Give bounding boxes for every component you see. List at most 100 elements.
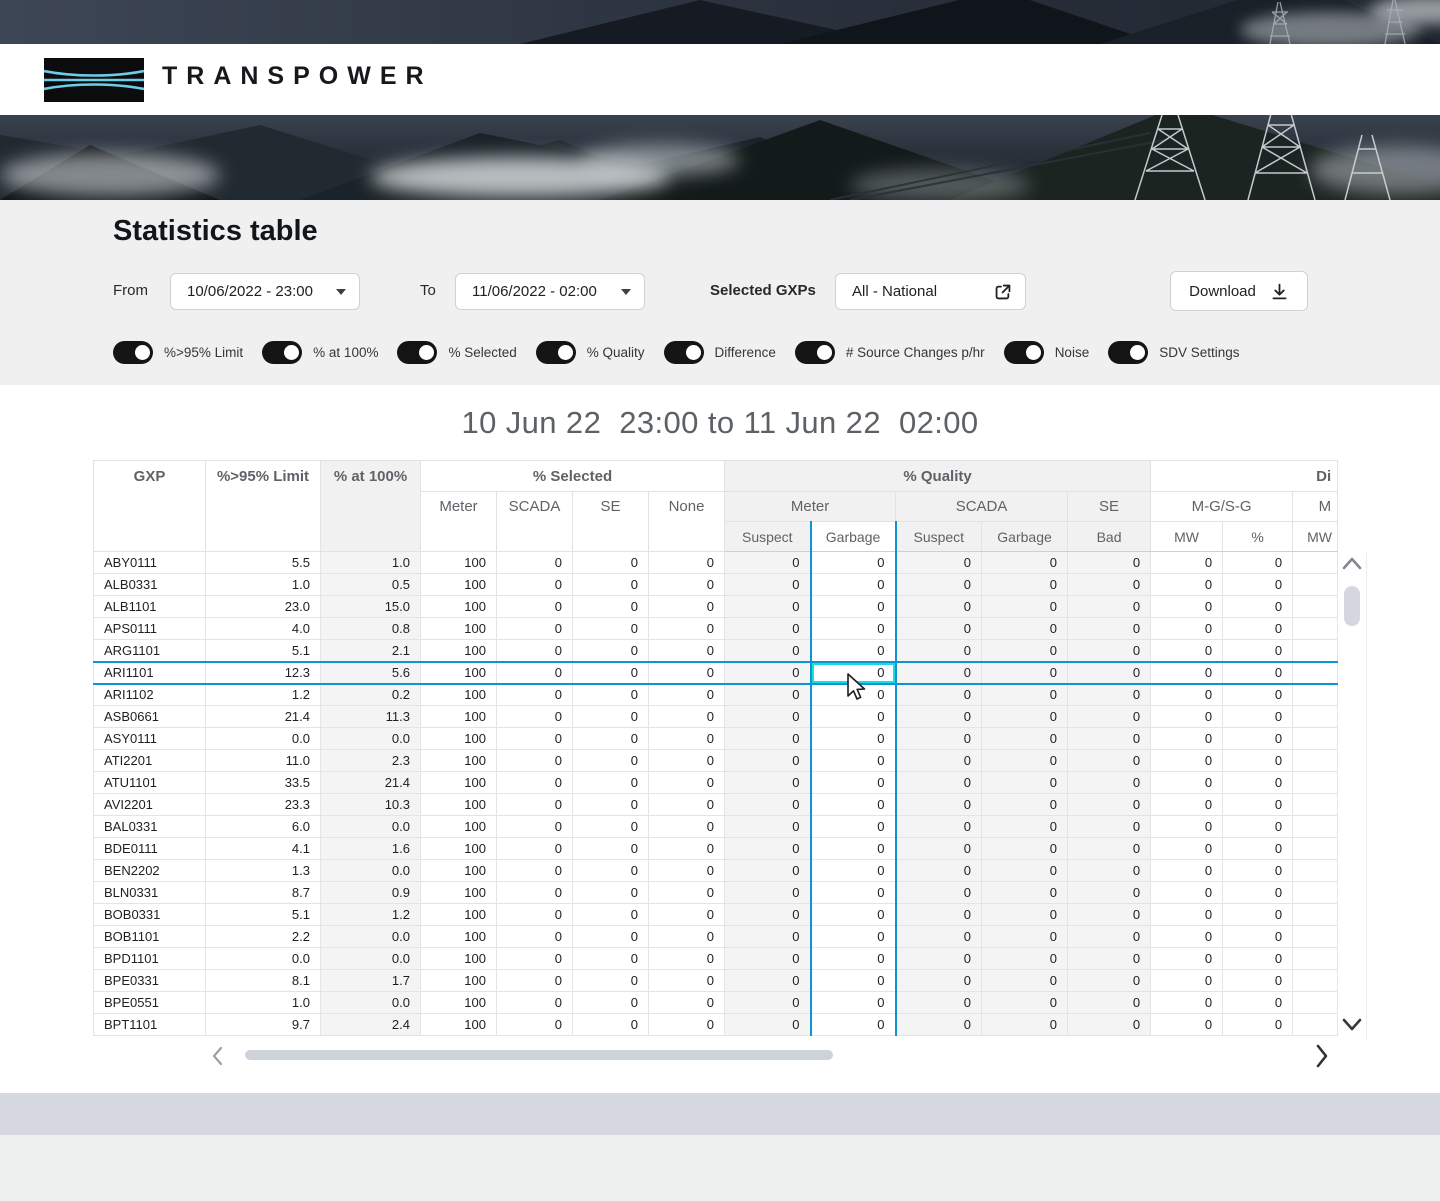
value-cell[interactable]: 0	[1067, 573, 1152, 596]
value-cell[interactable]	[1292, 991, 1339, 1014]
value-cell[interactable]: 0	[809, 660, 897, 685]
value-cell[interactable]: 0	[1150, 881, 1224, 904]
value-cell[interactable]: 0	[724, 991, 812, 1014]
value-cell[interactable]: 0	[572, 639, 649, 662]
value-cell[interactable]: 0	[496, 859, 573, 882]
value-cell[interactable]	[1292, 749, 1339, 772]
value-cell[interactable]: 0	[647, 573, 726, 596]
value-cell[interactable]: 0	[1150, 771, 1224, 794]
value-cell[interactable]: 0	[647, 793, 726, 816]
value-cell[interactable]: 0	[572, 991, 649, 1014]
value-cell[interactable]: 0	[809, 947, 897, 970]
value-cell[interactable]: 0	[981, 793, 1069, 816]
value-cell[interactable]: 0	[1067, 617, 1152, 640]
value-cell[interactable]: 0	[647, 749, 726, 772]
value-cell[interactable]: 0	[1222, 837, 1294, 860]
value-cell[interactable]: 0	[1067, 815, 1152, 838]
value-cell[interactable]: 0	[1150, 969, 1224, 992]
value-cell[interactable]: 0	[1067, 705, 1152, 728]
value-cell[interactable]: 0	[496, 660, 573, 685]
value-cell[interactable]: 0	[809, 1013, 897, 1036]
vertical-scroll-thumb[interactable]	[1344, 586, 1360, 626]
value-cell[interactable]: 0	[1150, 925, 1224, 948]
value-cell[interactable]: 0	[1222, 727, 1294, 750]
value-cell[interactable]	[1292, 969, 1339, 992]
toggle-switch-difference[interactable]	[663, 341, 704, 364]
value-cell[interactable]: 0	[809, 705, 897, 728]
value-cell[interactable]: 0	[1222, 969, 1294, 992]
value-cell[interactable]: 0	[1067, 771, 1152, 794]
value-cell[interactable]: 0	[1150, 991, 1224, 1014]
value-cell[interactable]: 5.5	[205, 551, 321, 574]
value-cell[interactable]: 0	[1150, 683, 1224, 706]
value-cell[interactable]: 0.0	[320, 925, 421, 948]
value-cell[interactable]: 0	[1067, 595, 1152, 618]
scroll-left-icon[interactable]	[210, 1045, 226, 1067]
value-cell[interactable]: 0	[724, 749, 812, 772]
value-cell[interactable]: 100	[420, 815, 497, 838]
value-cell[interactable]: 0	[724, 815, 812, 838]
value-cell[interactable]: 0	[895, 969, 983, 992]
value-cell[interactable]: 0	[724, 639, 812, 662]
value-cell[interactable]: 0	[895, 815, 983, 838]
value-cell[interactable]: 0	[1150, 639, 1224, 662]
value-cell[interactable]: 0	[1222, 881, 1294, 904]
value-cell[interactable]: 0	[496, 639, 573, 662]
value-cell[interactable]: 0	[1067, 793, 1152, 816]
value-cell[interactable]: 9.7	[205, 1013, 321, 1036]
value-cell[interactable]: 100	[420, 969, 497, 992]
value-cell[interactable]: 0	[647, 771, 726, 794]
gxp-cell[interactable]: BDE0111	[93, 837, 206, 860]
value-cell[interactable]: 0	[647, 617, 726, 640]
value-cell[interactable]: 0	[809, 551, 897, 574]
value-cell[interactable]: 0	[572, 705, 649, 728]
value-cell[interactable]: 100	[420, 595, 497, 618]
value-cell[interactable]: 2.2	[205, 925, 321, 948]
value-cell[interactable]: 23.0	[205, 595, 321, 618]
value-cell[interactable]: 0	[724, 1013, 812, 1036]
gxp-cell[interactable]: BAL0331	[93, 815, 206, 838]
value-cell[interactable]: 0	[981, 925, 1069, 948]
value-cell[interactable]: 0	[496, 991, 573, 1014]
value-cell[interactable]: 0	[1067, 683, 1152, 706]
value-cell[interactable]: 100	[420, 660, 497, 685]
value-cell[interactable]: 0.8	[320, 617, 421, 640]
gxp-cell[interactable]: BEN2202	[93, 859, 206, 882]
value-cell[interactable]: 0	[981, 1013, 1069, 1036]
value-cell[interactable]: 0	[1222, 595, 1294, 618]
value-cell[interactable]: 0	[647, 705, 726, 728]
value-cell[interactable]: 0	[1222, 683, 1294, 706]
value-cell[interactable]: 0	[809, 837, 897, 860]
value-cell[interactable]	[1292, 617, 1339, 640]
value-cell[interactable]: 1.0	[205, 991, 321, 1014]
value-cell[interactable]: 0	[895, 991, 983, 1014]
value-cell[interactable]: 0	[572, 683, 649, 706]
value-cell[interactable]: 0.2	[320, 683, 421, 706]
value-cell[interactable]: 0.0	[205, 947, 321, 970]
value-cell[interactable]: 0	[895, 705, 983, 728]
value-cell[interactable]: 0	[724, 925, 812, 948]
value-cell[interactable]: 0	[809, 617, 897, 640]
value-cell[interactable]: 0	[572, 749, 649, 772]
scroll-right-icon[interactable]	[1313, 1043, 1331, 1069]
value-cell[interactable]: 0	[981, 881, 1069, 904]
value-cell[interactable]	[1292, 859, 1339, 882]
gxp-cell[interactable]: BPT1101	[93, 1013, 206, 1036]
value-cell[interactable]	[1292, 903, 1339, 926]
value-cell[interactable]: 0	[572, 595, 649, 618]
value-cell[interactable]: 100	[420, 793, 497, 816]
value-cell[interactable]: 0	[572, 793, 649, 816]
value-cell[interactable]	[1292, 727, 1339, 750]
value-cell[interactable]: 0	[496, 727, 573, 750]
value-cell[interactable]: 0	[895, 903, 983, 926]
value-cell[interactable]: 11.0	[205, 749, 321, 772]
value-cell[interactable]: 0	[981, 903, 1069, 926]
value-cell[interactable]: 1.0	[320, 551, 421, 574]
value-cell[interactable]: 0	[809, 859, 897, 882]
value-cell[interactable]: 0.0	[320, 991, 421, 1014]
value-cell[interactable]: 0	[809, 925, 897, 948]
value-cell[interactable]: 0	[981, 859, 1069, 882]
value-cell[interactable]: 0	[496, 595, 573, 618]
value-cell[interactable]: 100	[420, 903, 497, 926]
value-cell[interactable]: 1.2	[205, 683, 321, 706]
